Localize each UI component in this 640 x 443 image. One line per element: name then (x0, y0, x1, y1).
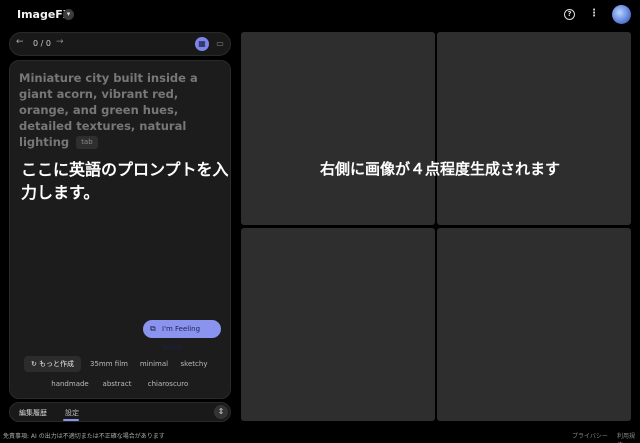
image-grid-annotation: 右側に画像が４点程度生成されます (319, 160, 560, 178)
single-view-icon[interactable]: ▭ (214, 37, 226, 51)
style-chip[interactable]: sketchy (176, 356, 212, 372)
previous-arrow-icon[interactable]: ← (16, 37, 24, 47)
create-more-chip[interactable]: ↻ もっと作成 (24, 356, 81, 372)
more-options-icon[interactable]: ⋮ (589, 7, 599, 21)
terms-link[interactable]: 利用規約 (617, 431, 640, 443)
image-tile[interactable] (241, 228, 435, 421)
app-menu-chevron-icon[interactable]: ▾ (63, 9, 74, 20)
image-tile[interactable] (437, 32, 631, 225)
refresh-icon: ↻ (30, 360, 37, 368)
prompt-placeholder-text: Miniature city built inside a giant acor… (19, 71, 198, 149)
avatar[interactable] (612, 5, 631, 24)
disclaimer-text: 免責事項: AI の出力は不適切または不正確な場合があります (3, 433, 165, 440)
expand-toggle-icon[interactable]: ⇕ (214, 405, 228, 419)
style-chip[interactable]: handmade (48, 376, 92, 392)
feeling-lucky-button[interactable]: ⧉ I'm Feeling Lucky (143, 320, 221, 351)
create-more-label: もっと作成 (39, 360, 75, 368)
image-navigation-bar: ← 0 / 0 → ▦ ▭ (9, 32, 231, 56)
style-chip[interactable]: 35mm film (86, 356, 132, 372)
feeling-lucky-label: I'm Feeling Lucky (162, 325, 201, 351)
bottom-tab-bar: 編集履歴 設定 ⇕ (9, 402, 231, 422)
image-tile[interactable] (241, 32, 435, 225)
next-arrow-icon[interactable]: → (56, 37, 64, 47)
prompt-annotation: ここに英語のプロンプトを入力します。 (21, 160, 229, 202)
tab-edit-history[interactable]: 編集履歴 (19, 408, 47, 418)
dice-icon: ⧉ (150, 324, 156, 333)
style-chip[interactable]: chiaroscuro (142, 376, 194, 392)
help-icon[interactable]: ? (564, 9, 575, 20)
grid-view-icon[interactable]: ▦ (195, 37, 209, 51)
tab-settings[interactable]: 設定 (65, 408, 79, 418)
style-chip[interactable]: minimal (136, 356, 172, 372)
prompt-editor[interactable]: Miniature city built inside a giant acor… (9, 60, 231, 399)
active-tab-indicator (63, 419, 79, 421)
image-tile[interactable] (437, 228, 631, 421)
tab-key-hint: tab (76, 136, 98, 149)
style-chip[interactable]: abstract (98, 376, 136, 392)
top-bar: ImageFX ▾ ? ⋮ (0, 0, 640, 30)
privacy-link[interactable]: プライバシー (572, 431, 608, 440)
prompt-input[interactable]: Miniature city built inside a giant acor… (19, 70, 219, 150)
image-counter: 0 / 0 (33, 39, 51, 48)
